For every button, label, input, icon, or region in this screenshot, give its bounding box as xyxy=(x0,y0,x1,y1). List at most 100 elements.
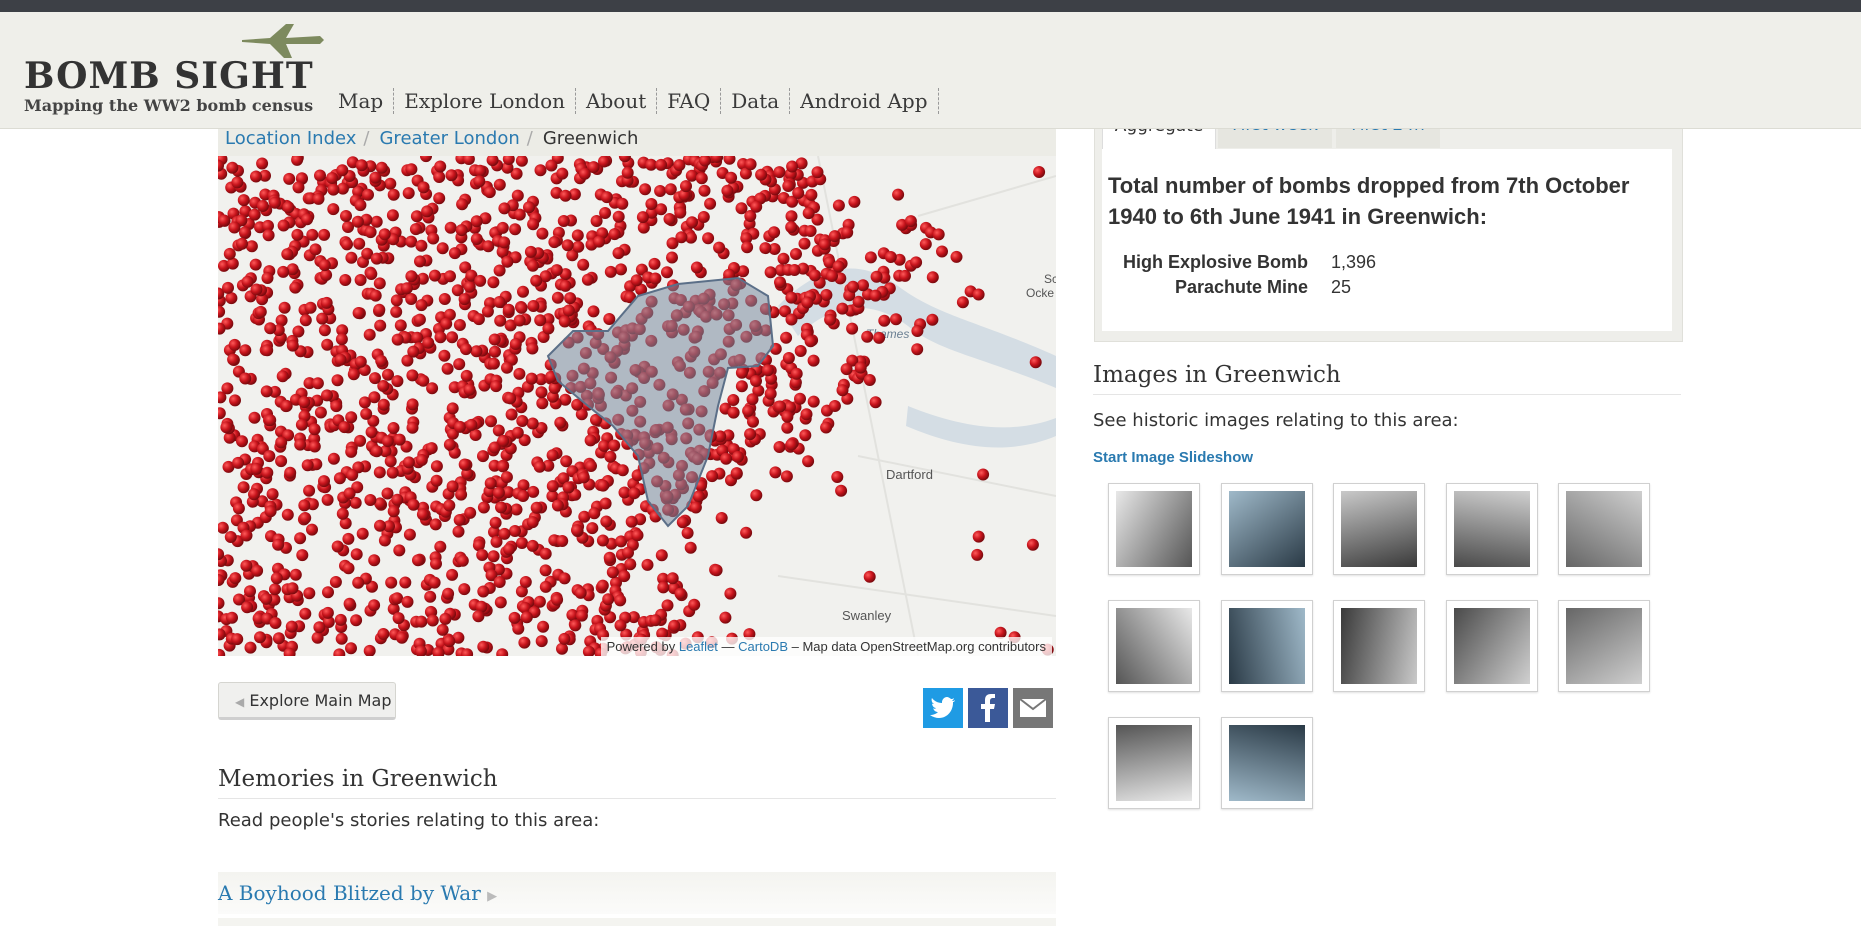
bomb-marker[interactable] xyxy=(800,408,813,421)
bomb-marker[interactable] xyxy=(228,221,241,234)
bomb-marker[interactable] xyxy=(346,469,359,481)
bomb-marker[interactable] xyxy=(306,523,318,536)
bomb-marker[interactable] xyxy=(269,583,281,596)
bomb-marker[interactable] xyxy=(227,353,240,366)
bomb-marker[interactable] xyxy=(340,210,352,222)
bomb-marker[interactable] xyxy=(600,515,613,528)
bomb-marker[interactable] xyxy=(681,527,694,539)
bomb-marker[interactable] xyxy=(774,400,787,413)
bomb-marker[interactable] xyxy=(551,593,564,606)
bomb-marker[interactable] xyxy=(430,474,443,487)
facebook-share-button[interactable] xyxy=(968,688,1008,728)
bomb-marker[interactable] xyxy=(394,319,407,332)
bomb-marker[interactable] xyxy=(487,550,500,563)
bomb-marker[interactable] xyxy=(286,339,299,352)
bomb-marker[interactable] xyxy=(616,197,629,210)
bomb-marker[interactable] xyxy=(512,622,525,635)
bomb-marker[interactable] xyxy=(326,172,339,184)
bomb-marker[interactable] xyxy=(735,380,748,393)
bomb-marker[interactable] xyxy=(416,508,429,521)
bomb-marker[interactable] xyxy=(321,493,334,506)
email-share-button[interactable] xyxy=(1013,688,1053,728)
bomb-marker[interactable] xyxy=(334,613,347,626)
bomb-marker[interactable] xyxy=(256,157,269,170)
bomb-marker[interactable] xyxy=(482,240,495,253)
bomb-marker[interactable] xyxy=(727,406,740,419)
breadcrumb-location-index[interactable]: Location Index xyxy=(218,128,356,149)
bomb-marker[interactable] xyxy=(322,586,334,599)
bomb-marker[interactable] xyxy=(764,266,777,279)
bomb-marker[interactable] xyxy=(241,601,254,614)
bomb-marker[interactable] xyxy=(330,400,343,413)
bomb-marker[interactable] xyxy=(513,367,526,380)
bomb-marker[interactable] xyxy=(405,163,418,176)
bomb-marker[interactable] xyxy=(335,333,348,346)
bomb-marker[interactable] xyxy=(826,270,838,282)
bomb-marker[interactable] xyxy=(281,248,294,261)
twitter-share-button[interactable] xyxy=(923,688,963,728)
image-thumbnail[interactable] xyxy=(1108,483,1200,575)
bomb-marker[interactable] xyxy=(780,331,793,344)
bomb-marker[interactable] xyxy=(526,342,539,355)
bomb-marker[interactable] xyxy=(516,415,529,427)
bomb-marker[interactable] xyxy=(572,240,585,253)
bomb-marker[interactable] xyxy=(277,265,290,278)
bomb-marker[interactable] xyxy=(584,434,597,447)
bomb-marker[interactable] xyxy=(841,226,854,239)
bomb-marker[interactable] xyxy=(453,514,466,526)
bomb-marker[interactable] xyxy=(350,614,363,627)
bomb-marker[interactable] xyxy=(574,586,587,599)
bomb-marker[interactable] xyxy=(674,587,687,600)
bomb-marker[interactable] xyxy=(666,572,679,585)
nav-item-android-app[interactable]: Android App xyxy=(790,88,939,114)
bomb-marker[interactable] xyxy=(434,540,447,553)
bomb-marker[interactable] xyxy=(781,410,794,423)
bomb-marker[interactable] xyxy=(458,458,471,471)
bomb-marker[interactable] xyxy=(1029,356,1042,369)
image-thumbnail[interactable] xyxy=(1558,600,1650,692)
bomb-marker[interactable] xyxy=(509,525,521,537)
bomb-marker[interactable] xyxy=(676,516,689,529)
bomb-marker[interactable] xyxy=(614,594,627,607)
bomb-marker[interactable] xyxy=(535,635,548,648)
bomb-marker[interactable] xyxy=(526,539,539,552)
bomb-marker[interactable] xyxy=(400,282,413,295)
bomb-marker[interactable] xyxy=(564,292,577,305)
bomb-marker[interactable] xyxy=(724,587,737,600)
bomb-marker[interactable] xyxy=(545,159,558,172)
bomb-marker[interactable] xyxy=(488,333,501,346)
bomb-marker[interactable] xyxy=(477,585,490,598)
bomb-marker[interactable] xyxy=(452,525,465,538)
bomb-marker[interactable] xyxy=(782,352,795,364)
bomb-marker[interactable] xyxy=(365,268,378,280)
bomb-marker[interactable] xyxy=(680,180,692,193)
bomb-marker[interactable] xyxy=(593,235,606,248)
bomb-marker[interactable] xyxy=(534,314,547,327)
bomb-marker[interactable] xyxy=(327,203,340,216)
bomb-marker[interactable] xyxy=(551,499,564,512)
bomb-marker[interactable] xyxy=(272,538,285,551)
bomb-marker[interactable] xyxy=(511,426,524,439)
bomb-marker[interactable] xyxy=(899,269,911,282)
bomb-marker[interactable] xyxy=(378,534,391,547)
site-logo[interactable]: BOMB SIGHT Mapping the WW2 bomb census xyxy=(24,56,314,115)
bomb-marker[interactable] xyxy=(269,617,282,629)
bomb-marker[interactable] xyxy=(649,272,662,285)
bomb-marker[interactable] xyxy=(673,159,686,172)
bomb-marker[interactable] xyxy=(706,470,719,483)
bomb-marker[interactable] xyxy=(831,471,844,483)
bomb-marker[interactable] xyxy=(352,307,365,319)
bomb-marker[interactable] xyxy=(571,524,583,537)
bomb-marker[interactable] xyxy=(910,256,923,269)
bomb-marker[interactable] xyxy=(792,187,805,199)
bomb-marker[interactable] xyxy=(525,372,538,385)
bomb-marker[interactable] xyxy=(561,239,574,252)
bomb-marker[interactable] xyxy=(463,280,476,293)
bomb-marker[interactable] xyxy=(599,497,612,510)
bomb-marker[interactable] xyxy=(393,433,406,446)
bomb-marker[interactable] xyxy=(239,344,252,357)
bomb-marker[interactable] xyxy=(417,181,430,194)
bomb-marker[interactable] xyxy=(517,285,529,298)
bomb-marker[interactable] xyxy=(456,198,469,211)
bomb-marker[interactable] xyxy=(387,422,400,434)
